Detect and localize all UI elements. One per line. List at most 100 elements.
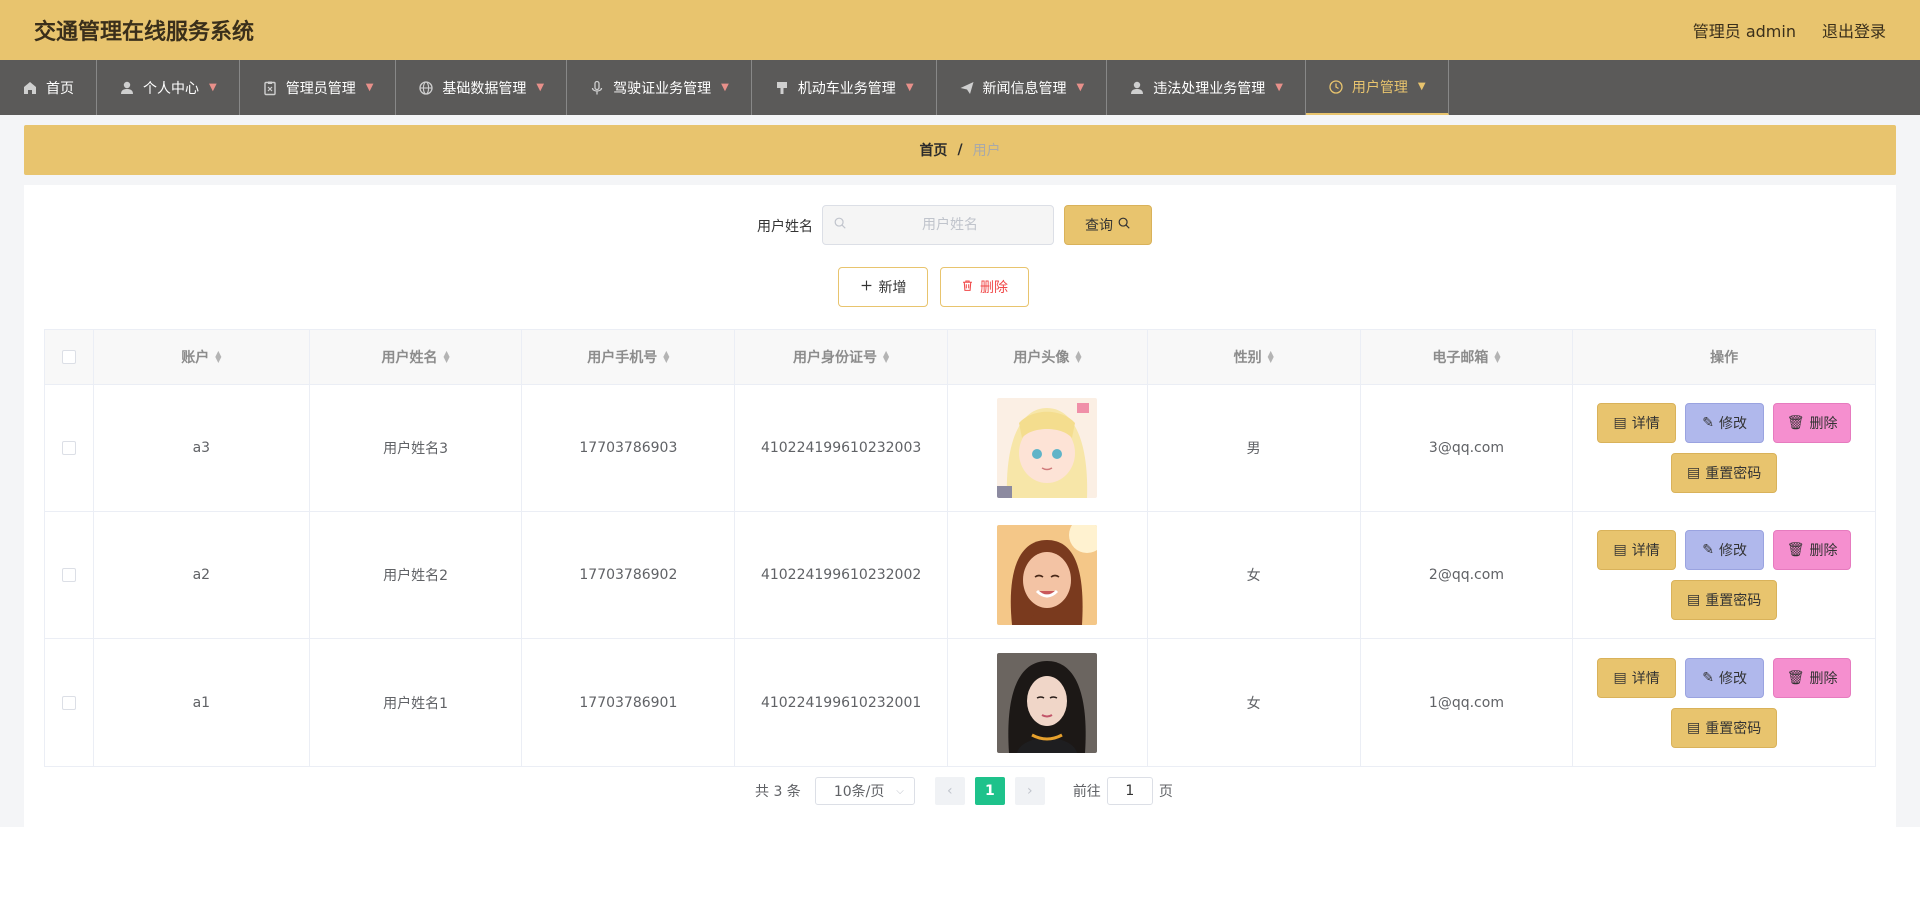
cell-email: 3@qq.com (1361, 385, 1574, 511)
select-all-checkbox[interactable] (61, 350, 76, 364)
document-icon: ▤ (1687, 465, 1701, 481)
column-header-account[interactable]: 账户 ▲ ▼ (94, 330, 310, 384)
column-header-label: 用户身份证号 (793, 350, 878, 366)
row-checkbox[interactable] (61, 441, 76, 455)
column-header-label: 账户 (181, 350, 210, 366)
chevron-down-icon: ▼ (536, 82, 545, 93)
chevron-down-icon: ▼ (365, 82, 374, 93)
reset-password-button[interactable]: ▤ 重置密码 (1671, 453, 1778, 493)
delete-button[interactable]: 🗑︎ 删除 (1773, 657, 1852, 698)
sort-icon[interactable]: ▲ ▼ (444, 350, 450, 364)
edit-button[interactable]: ✎ 修改 (1685, 530, 1765, 570)
nav-item-label: 机动车业务管理 (797, 80, 896, 97)
cell-name: 用户姓名3 (310, 385, 523, 511)
delete-button[interactable]: 🗑︎ 删除 (1773, 530, 1852, 570)
nav-item-label: 基础数据管理 (442, 80, 527, 97)
sort-icon[interactable]: ▲ ▼ (1268, 350, 1274, 364)
sort-icon[interactable]: ▲ ▼ (663, 350, 669, 364)
cell-email: 2@qq.com (1361, 512, 1574, 638)
nav-item-violation-business[interactable]: 违法处理业务管理 ▼ (1107, 60, 1306, 115)
goto-prefix: 前往 (1072, 784, 1101, 800)
reset-password-label: 重置密码 (1705, 466, 1762, 482)
avatar[interactable] (997, 398, 1098, 498)
cell-account: a3 (94, 385, 310, 511)
reset-password-button[interactable]: ▤ 重置密码 (1671, 707, 1778, 748)
logout-link[interactable]: 退出登录 (1822, 18, 1886, 42)
cell-actions: ▤ 详情 ✎ 修改 🗑︎ 删除 ▤ 重置密码 (1573, 512, 1875, 638)
reset-password-label: 重置密码 (1705, 720, 1762, 737)
detail-button[interactable]: ▤ 详情 (1597, 530, 1677, 570)
add-button[interactable]: 新增 (838, 267, 928, 307)
nav-item-label: 驾驶证业务管理 (613, 80, 712, 97)
row-checkbox[interactable] (61, 568, 76, 582)
delete-button[interactable]: 🗑︎ 删除 (1773, 403, 1852, 443)
home-icon (22, 80, 38, 96)
document-icon: ▤ (1613, 669, 1627, 686)
reset-password-button[interactable]: ▤ 重置密码 (1671, 580, 1778, 620)
reset-password-label: 重置密码 (1705, 593, 1762, 609)
avatar[interactable] (997, 525, 1098, 625)
document-icon: ▤ (1687, 592, 1701, 608)
cell-account: a1 (94, 639, 310, 766)
page-number-current[interactable]: 1 (974, 777, 1005, 805)
clipboard-icon (262, 80, 278, 96)
pagination-total: 共 3 条 (755, 784, 801, 800)
nav-item-label: 首页 (46, 80, 74, 97)
chevron-right-icon: › (1027, 783, 1033, 799)
detail-label: 详情 (1631, 543, 1660, 559)
delete-label: 删除 (1809, 416, 1838, 432)
breadcrumb-home[interactable]: 首页 (919, 140, 947, 160)
column-header-name[interactable]: 用户姓名 ▲ ▼ (310, 330, 523, 384)
detail-button[interactable]: ▤ 详情 (1597, 657, 1677, 698)
nav-item-personal-center[interactable]: 个人中心 ▼ (97, 60, 240, 115)
page: 交通管理在线服务系统 管理员 admin 退出登录 首页 个人中心 ▼ 管理员管… (0, 0, 1920, 911)
sort-icon[interactable]: ▲ ▼ (883, 350, 889, 364)
column-header-id-card[interactable]: 用户身份证号 ▲ ▼ (735, 330, 949, 384)
pencil-icon: ✎ (1702, 542, 1715, 558)
column-header-phone[interactable]: 用户手机号 ▲ ▼ (522, 330, 736, 384)
prev-page-button[interactable]: ‹ (934, 777, 965, 805)
search-button[interactable]: 查询 (1064, 205, 1152, 245)
nav-item-user-management[interactable]: 用户管理 ▼ (1305, 60, 1449, 115)
nav-item-home[interactable]: 首页 (0, 60, 97, 115)
nav-item-admin-management[interactable]: 管理员管理 ▼ (240, 60, 397, 115)
nav-item-label: 用户管理 (1351, 79, 1408, 96)
cell-id-card: 410224199610232002 (735, 512, 949, 638)
edit-label: 修改 (1719, 543, 1748, 559)
column-header-label: 用户头像 (1013, 350, 1070, 366)
trash-icon: 🗑︎ (1786, 669, 1805, 686)
search-icon (833, 216, 847, 234)
sort-icon[interactable]: ▲ ▼ (1494, 350, 1500, 364)
next-page-button[interactable]: › (1014, 777, 1045, 805)
current-user-label: 管理员 admin (1692, 22, 1796, 41)
chevron-down-icon: ▼ (721, 82, 729, 93)
breadcrumb: 首页 / 用户 (24, 125, 1896, 175)
page-goto: 前往 1 页 (1073, 777, 1173, 805)
batch-delete-button[interactable]: 删除 (940, 267, 1029, 307)
main-nav: 首页 个人中心 ▼ 管理员管理 ▼ 基础数据管理 ▼ 驾驶证业务管理 ▼ 机动车… (0, 60, 1920, 115)
nav-item-license-business[interactable]: 驾驶证业务管理 ▼ (567, 60, 752, 115)
goto-page-input[interactable]: 1 (1106, 777, 1153, 805)
column-header-avatar[interactable]: 用户头像 ▲ ▼ (948, 330, 1148, 384)
sort-icon[interactable]: ▲ ▼ (1075, 350, 1081, 364)
detail-button[interactable]: ▤ 详情 (1597, 403, 1677, 443)
nav-item-vehicle-business[interactable]: 机动车业务管理 ▼ (752, 60, 937, 115)
cell-email: 1@qq.com (1361, 639, 1574, 766)
edit-button[interactable]: ✎ 修改 (1685, 403, 1765, 443)
column-header-email[interactable]: 电子邮箱 ▲ ▼ (1361, 330, 1574, 384)
search-input[interactable] (847, 217, 1053, 233)
nav-item-basic-data[interactable]: 基础数据管理 ▼ (396, 60, 568, 115)
cell-account: a2 (94, 512, 310, 638)
row-checkbox[interactable] (61, 695, 76, 710)
nav-item-news-info[interactable]: 新闻信息管理 ▼ (937, 60, 1108, 115)
column-header-label: 操作 (1710, 350, 1739, 366)
sort-icon[interactable]: ▲ ▼ (215, 350, 221, 364)
avatar[interactable] (997, 652, 1098, 753)
trash-icon (961, 279, 974, 296)
edit-button[interactable]: ✎ 修改 (1685, 657, 1765, 698)
page-size-select[interactable]: 10条/页 ⌵ (814, 777, 915, 805)
column-header-gender[interactable]: 性别 ▲ ▼ (1148, 330, 1361, 384)
breadcrumb-current: 用户 (972, 143, 1001, 159)
nav-item-label: 新闻信息管理 (982, 80, 1067, 97)
cell-name: 用户姓名2 (310, 512, 523, 638)
